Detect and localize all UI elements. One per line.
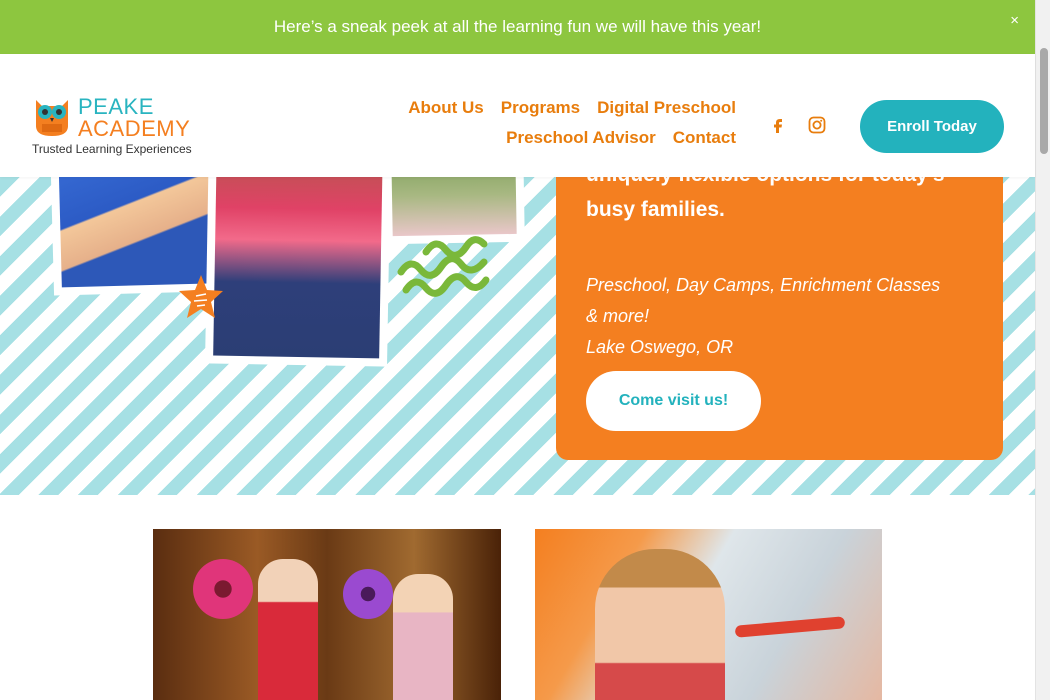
nav-contact[interactable]: Contact	[673, 128, 736, 148]
kid-pink-dress-shape	[393, 574, 453, 700]
nav-preschool-advisor[interactable]: Preschool Advisor	[506, 128, 656, 148]
logo-tagline: Trusted Learning Experiences	[32, 142, 192, 156]
squiggle-icon	[397, 236, 490, 297]
instagram-icon[interactable]	[808, 116, 826, 134]
purple-flower-shape	[343, 569, 393, 619]
star-icon	[179, 275, 223, 318]
hero-subtext: Preschool, Day Camps, Enrichment Classes…	[586, 270, 986, 363]
boy-shape	[595, 549, 725, 700]
hero-section: uniquely flexible options for today’s bu…	[0, 177, 1035, 495]
announcement-bar: Here’s a sneak peek at all the learning …	[0, 0, 1035, 54]
hero-info-card: uniquely flexible options for today’s bu…	[556, 177, 1003, 460]
logo[interactable]: PEAKE ACADEMY Trusted Learning Experienc…	[30, 94, 205, 158]
hero-sub-line2: & more!	[586, 306, 650, 326]
hero-photo-girl-pink-shirt	[205, 177, 391, 367]
announcement-text: Here’s a sneak peek at all the learning …	[273, 17, 762, 36]
nav-programs[interactable]: Programs	[501, 98, 580, 118]
pink-flower-shape	[193, 559, 253, 619]
page: Here’s a sneak peek at all the learning …	[0, 0, 1050, 700]
gallery-photo-dress-up-kids	[153, 529, 501, 700]
scrollbar-thumb[interactable]	[1040, 48, 1048, 154]
site-header: PEAKE ACADEMY Trusted Learning Experienc…	[0, 54, 1035, 177]
gallery-photo-boy-party-horn	[535, 529, 882, 700]
kid-red-dress-shape	[258, 559, 318, 700]
logo-text-academy: ACADEMY	[78, 116, 191, 141]
hero-sub-line1: Preschool, Day Camps, Enrichment Classes	[586, 275, 941, 295]
social-links	[770, 116, 826, 134]
hero-heading-line1: uniquely flexible options for today’s	[586, 177, 976, 192]
nav-digital-preschool[interactable]: Digital Preschool	[597, 98, 736, 118]
party-horn-shape	[734, 616, 846, 638]
hero-location: Lake Oswego, OR	[586, 337, 734, 357]
hero-heading: uniquely flexible options for today’s bu…	[586, 177, 976, 227]
nav-about-us[interactable]: About Us	[408, 98, 484, 118]
page-scrollbar[interactable]	[1035, 0, 1050, 700]
close-icon[interactable]: ×	[1010, 12, 1019, 29]
facebook-icon[interactable]	[770, 116, 788, 134]
main-nav: About Us Programs Digital Preschool Pres…	[376, 98, 736, 158]
come-visit-us-button[interactable]: Come visit us!	[586, 371, 761, 431]
hero-heading-line2: busy families.	[586, 198, 725, 221]
enroll-today-button[interactable]: Enroll Today	[860, 100, 1004, 153]
owl-logo-icon	[36, 100, 68, 136]
